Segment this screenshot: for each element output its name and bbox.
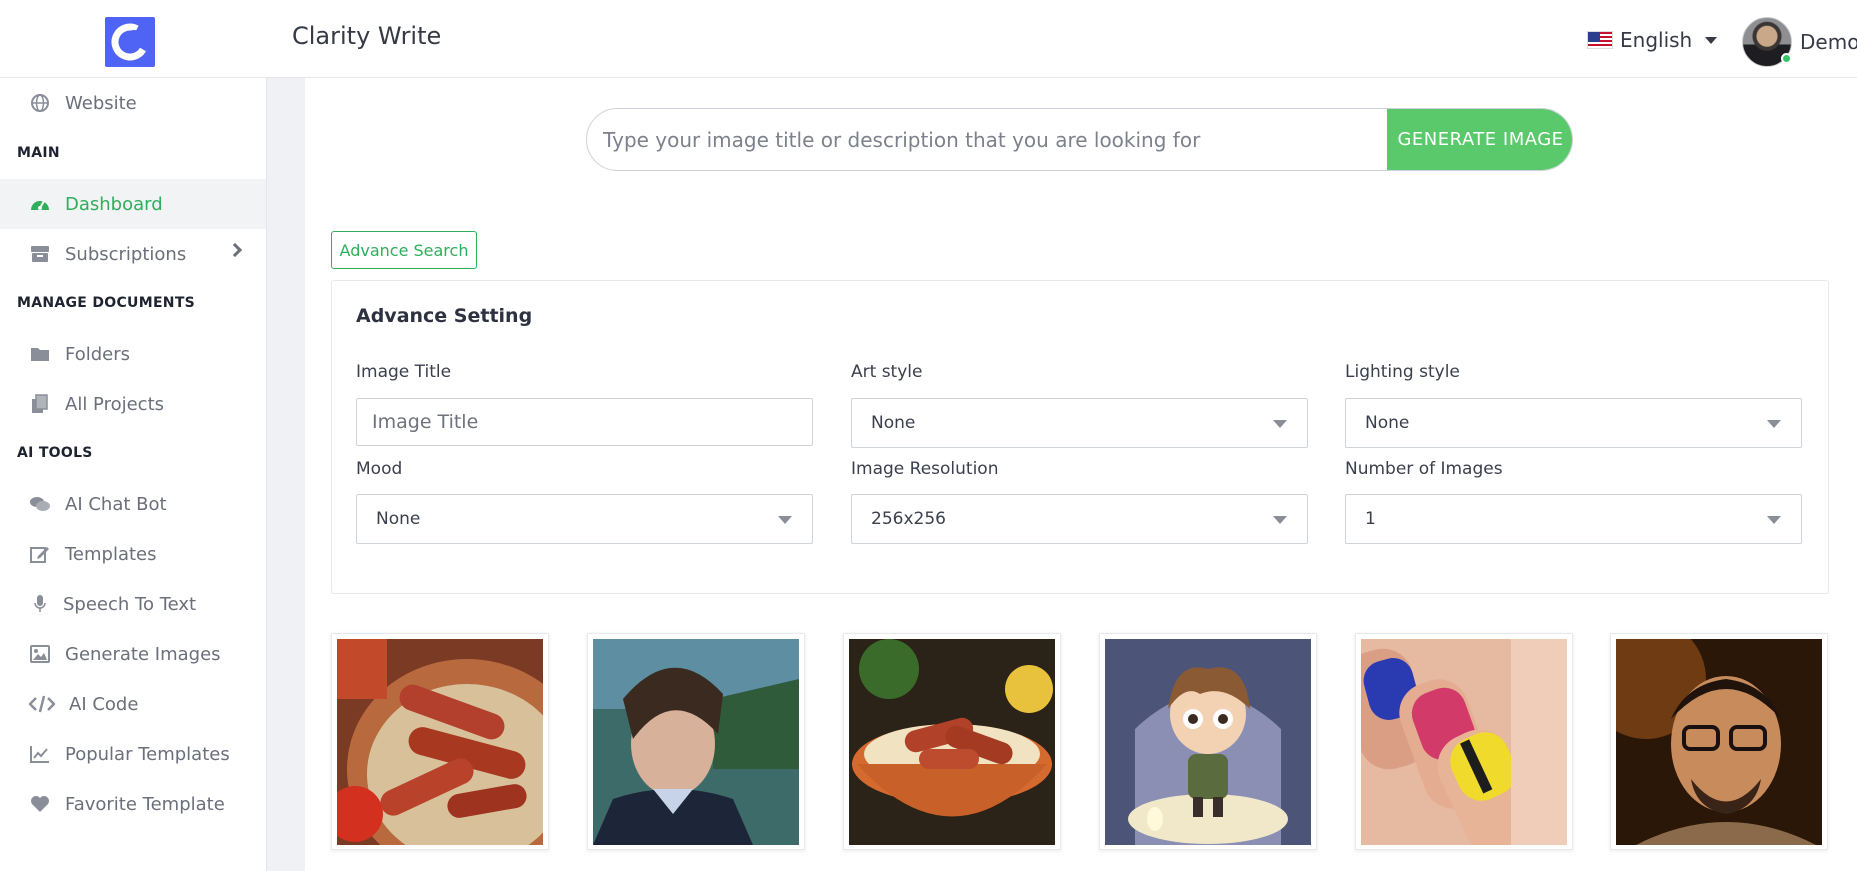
heart-icon: [29, 794, 51, 814]
comments-icon: [29, 494, 51, 514]
sidebar-item-label: All Projects: [65, 393, 164, 415]
app-title: Clarity Write: [292, 22, 442, 50]
lighting-style-label: Lighting style: [1345, 362, 1460, 382]
sidebar-item-website[interactable]: Website: [0, 78, 266, 128]
gallery-image[interactable]: [331, 633, 549, 850]
caret-down-icon: [1705, 36, 1718, 44]
image-title-input[interactable]: [356, 398, 813, 446]
mood-label: Mood: [356, 459, 403, 479]
gallery-image[interactable]: [1099, 633, 1317, 850]
us-flag-icon: [1587, 31, 1613, 49]
code-icon: [29, 694, 55, 714]
number-of-images-select[interactable]: 1: [1345, 494, 1802, 544]
globe-icon: [29, 93, 51, 113]
box-icon: [29, 244, 51, 264]
avatar: [1742, 17, 1792, 67]
dropdown-arrow-icon: [778, 516, 792, 524]
top-header: Clarity Write English Demo: [0, 0, 1857, 78]
image-search-input[interactable]: [603, 109, 1383, 170]
advance-setting-title: Advance Setting: [356, 305, 533, 327]
sidebar-item-dashboard[interactable]: Dashboard: [0, 179, 266, 229]
lighting-style-value: None: [1365, 413, 1410, 433]
number-of-images-value: 1: [1365, 509, 1376, 529]
sidebar-item-popular-templates[interactable]: Popular Templates: [0, 729, 266, 779]
user-menu[interactable]: Demo: [1742, 17, 1857, 67]
sidebar-item-label: Favorite Template: [65, 793, 225, 815]
user-name: Demo: [1800, 30, 1857, 54]
sidebar-item-label: Folders: [65, 343, 131, 365]
dropdown-arrow-icon: [1273, 516, 1287, 524]
sidebar-item-label: Dashboard: [65, 193, 163, 215]
gallery-image[interactable]: [1610, 633, 1828, 850]
art-style-label: Art style: [851, 362, 923, 382]
sidebar-item-label: Subscriptions: [65, 243, 187, 265]
image-search-bar: GENERATE IMAGE: [586, 108, 1573, 171]
image-resolution-value: 256x256: [871, 509, 946, 529]
app-logo[interactable]: [105, 17, 155, 67]
language-label: English: [1620, 28, 1693, 52]
sidebar-item-speech-to-text[interactable]: Speech To Text: [0, 579, 266, 629]
mood-select[interactable]: None: [356, 494, 813, 544]
sidebar-item-ai-code[interactable]: AI Code: [0, 679, 266, 729]
sidebar-item-generate-images[interactable]: Generate Images: [0, 629, 266, 679]
language-selector[interactable]: English: [1587, 26, 1718, 54]
image-resolution-label: Image Resolution: [851, 459, 999, 479]
sidebar-item-label: AI Chat Bot: [65, 493, 167, 515]
online-status-dot: [1781, 53, 1792, 64]
man-portrait-image: [593, 639, 799, 845]
advance-search-button[interactable]: Advance Search: [331, 231, 477, 269]
dropdown-arrow-icon: [1767, 420, 1781, 428]
sidebar-item-subscriptions[interactable]: Subscriptions: [0, 229, 266, 279]
section-heading-manage-documents: MANAGE DOCUMENTS: [17, 295, 196, 311]
art-style-value: None: [871, 413, 916, 433]
sidebar-item-label: Website: [65, 92, 137, 114]
files-icon: [29, 394, 51, 414]
art-style-select[interactable]: None: [851, 398, 1308, 448]
sausages-bowl-image: [337, 639, 543, 845]
microphone-icon: [29, 594, 51, 614]
sidebar-item-ai-chat-bot[interactable]: AI Chat Bot: [0, 479, 266, 529]
mood-value: None: [376, 509, 421, 529]
cartoon-boy-image: [1105, 639, 1311, 845]
section-heading-main: MAIN: [17, 145, 60, 161]
image-title-label: Image Title: [356, 362, 452, 382]
image-icon: [29, 644, 51, 664]
folder-icon: [29, 344, 51, 364]
sidebar-item-label: Generate Images: [65, 643, 221, 665]
logo-c-icon: [111, 23, 149, 61]
sidebar-item-all-projects[interactable]: All Projects: [0, 379, 266, 429]
dashboard-gauge-icon: [29, 194, 51, 214]
painted-nails-image: [1361, 639, 1567, 845]
gallery-image[interactable]: [1355, 633, 1573, 850]
sidebar-item-label: Templates: [65, 543, 157, 565]
dropdown-arrow-icon: [1273, 420, 1287, 428]
sidebar: Website MAIN Dashboard Subscriptions MAN…: [0, 78, 267, 871]
sidebar-item-favorite-template[interactable]: Favorite Template: [0, 779, 266, 829]
lighting-style-select[interactable]: None: [1345, 398, 1802, 448]
chart-line-icon: [29, 744, 51, 764]
sidebar-item-label: Popular Templates: [65, 743, 230, 765]
sidebar-item-folders[interactable]: Folders: [0, 329, 266, 379]
image-resolution-select[interactable]: 256x256: [851, 494, 1308, 544]
edit-icon: [29, 544, 51, 564]
sidebar-item-label: Speech To Text: [63, 593, 197, 615]
sidebar-item-templates[interactable]: Templates: [0, 529, 266, 579]
gallery-image[interactable]: [843, 633, 1061, 850]
sidebar-item-label: AI Code: [69, 693, 139, 715]
number-of-images-label: Number of Images: [1345, 459, 1503, 479]
generate-image-button[interactable]: GENERATE IMAGE: [1387, 109, 1572, 170]
sausage-rice-bowl-image: [849, 639, 1055, 845]
chevron-right-icon: [227, 242, 243, 258]
man-glasses-portrait-image: [1616, 639, 1822, 845]
dropdown-arrow-icon: [1767, 516, 1781, 524]
section-heading-ai-tools: AI TOOLS: [17, 445, 93, 461]
gallery-image[interactable]: [587, 633, 805, 850]
